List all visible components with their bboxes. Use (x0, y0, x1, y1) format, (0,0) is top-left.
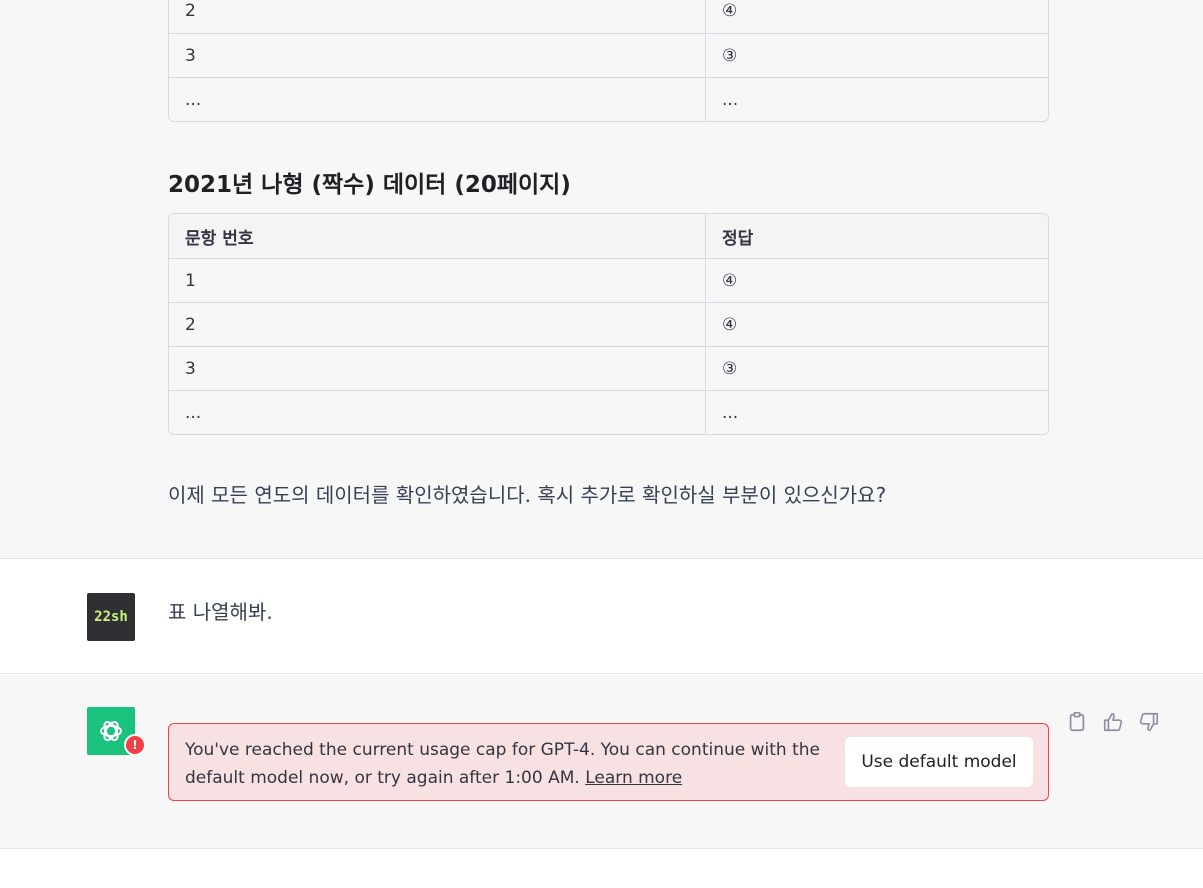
question-number-cell: 2 (169, 303, 706, 346)
answer-table-2021: 문항 번호 정답 1 ④ 2 ④ 3 ③ ... ... (168, 213, 1049, 435)
answer-cell: ④ (722, 1, 738, 21)
table-row: 3 ③ (169, 33, 1048, 77)
table-row: 2 ④ (169, 302, 1048, 346)
usage-cap-error: You've reached the current usage cap for… (168, 723, 1049, 801)
question-number-cell: ... (169, 391, 706, 434)
table-row: ... ... (169, 390, 1048, 434)
answer-cell: ③ (722, 45, 738, 66)
answer-cell: ... (722, 402, 739, 423)
assistant-message-block: 2 ④ 3 ③ ... ... 2021년 나형 (짝수) 데이터 (20페이지… (0, 0, 1203, 559)
question-number-cell: 3 (169, 34, 706, 77)
user-message-text: 표 나열해봐. (168, 600, 273, 624)
assistant-closing-text: 이제 모든 연도의 데이터를 확인하였습니다. 혹시 추가로 확인하실 부분이 … (168, 483, 887, 507)
question-number-cell: 3 (169, 347, 706, 390)
column-header-question: 문항 번호 (169, 214, 706, 258)
assistant-reply-block: ! You've reached the current usage cap f… (0, 675, 1203, 849)
message-actions (1066, 711, 1160, 733)
table-row: 1 ④ (169, 258, 1048, 302)
column-header-answer: 정답 (722, 228, 754, 249)
answer-cell: ④ (722, 314, 738, 335)
answer-cell: ④ (722, 270, 738, 291)
thumbs-up-icon[interactable] (1102, 711, 1124, 733)
question-number-cell: ... (169, 78, 706, 121)
table-header-row: 문항 번호 정답 (169, 214, 1048, 258)
avatar-text: 22sh (94, 609, 128, 625)
answer-cell: ③ (722, 358, 738, 379)
error-message: You've reached the current usage cap for… (185, 736, 835, 792)
use-default-model-button[interactable]: Use default model (845, 737, 1033, 787)
table-row: 2 ④ (169, 0, 1048, 33)
table-row: 3 ③ (169, 346, 1048, 390)
table-row: ... ... (169, 77, 1048, 121)
user-message-block: 22sh 표 나열해봐. (0, 560, 1203, 674)
clipboard-icon[interactable] (1066, 711, 1088, 733)
section-heading: 2021년 나형 (짝수) 데이터 (20페이지) (168, 172, 571, 198)
learn-more-link[interactable]: Learn more (585, 768, 682, 788)
openai-logo-svg (100, 720, 122, 742)
warning-badge-icon: ! (124, 734, 146, 756)
error-message-text: You've reached the current usage cap for… (185, 740, 820, 788)
user-avatar: 22sh (87, 593, 135, 641)
answer-cell: ... (722, 89, 739, 110)
answer-table-previous: 2 ④ 3 ③ ... ... (168, 0, 1049, 122)
thumbs-down-icon[interactable] (1138, 711, 1160, 733)
question-number-cell: 2 (169, 0, 706, 33)
question-number-cell: 1 (169, 259, 706, 302)
